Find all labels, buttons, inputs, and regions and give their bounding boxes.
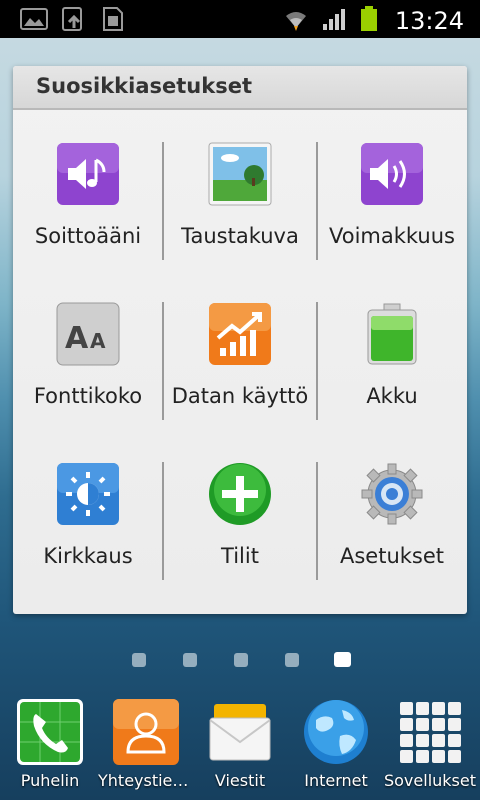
widget-title: Suosikkiasetukset [36,74,252,98]
setting-label: Voimakkuus [329,224,455,248]
svg-text:A: A [90,329,106,353]
setting-volume[interactable]: Voimakkuus [317,112,467,272]
setting-battery[interactable]: Akku [317,272,467,432]
add-account-icon [209,463,271,525]
setting-brightness[interactable]: Kirkkaus [13,432,163,592]
setting-accounts[interactable]: Tilit [165,432,315,592]
dock-label: Sovellukset [383,771,476,790]
setting-wallpaper[interactable]: Taustakuva [165,112,315,272]
phone-icon [17,699,83,765]
apps-grid-icon [400,702,461,763]
setting-label: Akku [366,384,418,408]
page-dot[interactable] [234,653,248,667]
volume-icon [361,143,423,205]
setting-label: Datan käyttö [171,384,309,408]
dock-phone[interactable]: Puhelin [2,694,98,800]
setting-font-size[interactable]: A A Fonttikoko [13,272,163,432]
setting-settings[interactable]: Asetukset [317,432,467,592]
wallpaper-icon [208,142,272,206]
battery-icon [359,5,379,37]
svg-text:A: A [65,321,89,356]
dock-contacts[interactable]: Yhteystiedot [98,694,194,800]
messages-icon [209,704,271,761]
setting-label: Kirkkaus [43,544,133,568]
brightness-icon [57,463,119,525]
setting-label: Fonttikoko [33,384,143,408]
setting-data-usage[interactable]: Datan käyttö [165,272,315,432]
dock-label: Yhteystiedot [98,771,194,790]
setting-label: Soittoääni [34,224,142,248]
ringtone-icon [57,143,119,205]
widget-title-bar: Suosikkiasetukset [13,66,467,110]
dock-messages[interactable]: Viestit [192,694,288,800]
data-usage-icon [209,303,271,365]
settings-gear-icon [361,463,423,525]
page-dot[interactable] [285,653,299,667]
app-dock: Puhelin Yhteystiedot Viestit Internet So… [0,694,480,800]
battery-icon [367,303,417,365]
upload-icon [60,6,88,36]
dock-label: Internet [304,771,368,790]
page-dot[interactable] [132,653,146,667]
dock-label: Viestit [214,771,266,790]
status-bar: 13:24 [0,0,480,38]
clock-time: 13:24 [394,7,464,35]
page-dot[interactable] [183,653,197,667]
contacts-icon [113,699,179,765]
setting-ringtone[interactable]: Soittoääni [13,112,163,272]
page-indicator [0,650,480,670]
dock-internet[interactable]: Internet [288,694,384,800]
favorite-settings-widget: Suosikkiasetukset Soittoääni Taustakuva … [13,66,467,614]
font-size-icon: A A [56,302,120,366]
setting-label: Asetukset [339,544,445,568]
dock-apps[interactable]: Sovellukset [382,694,478,800]
internet-globe-icon [304,700,368,764]
setting-label: Tilit [221,544,259,568]
wifi-icon [281,6,311,36]
sim-card-icon [100,6,126,36]
picture-icon [20,6,48,36]
signal-icon [321,6,349,36]
setting-label: Taustakuva [181,224,299,248]
dock-label: Puhelin [20,771,80,790]
page-dot-active[interactable] [334,652,351,667]
